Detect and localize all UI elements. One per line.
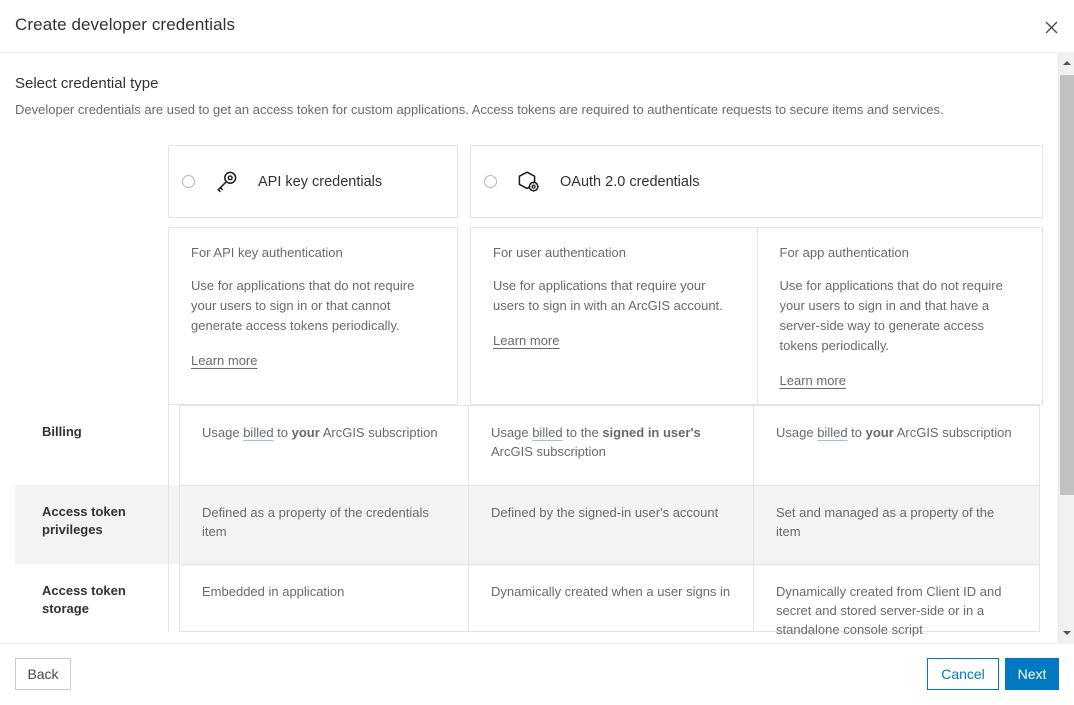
cell-text-bold: signed in user's	[602, 425, 700, 440]
description-label-spacer	[15, 227, 168, 405]
description-body: Use for applications that do not require…	[780, 276, 1021, 356]
section-description: Developer credentials are used to get an…	[15, 102, 944, 117]
cell-text-mid: to	[274, 425, 292, 440]
label-column-divider	[168, 485, 169, 564]
learn-more-link-app-auth[interactable]: Learn more	[780, 373, 846, 388]
table-cell-privileges-user-auth: Defined by the signed-in user's account	[468, 485, 754, 564]
credential-comparison-table: API key credentials	[15, 145, 1033, 632]
description-heading: For API key authentication	[191, 245, 435, 260]
section-title: Select credential type	[15, 75, 158, 92]
row-label-access-token-storage: Access token storage	[15, 564, 168, 632]
cell-text-post: ArcGIS subscription	[491, 444, 606, 459]
description-heading: For app authentication	[780, 245, 1021, 260]
table-cell-billing-app-auth: Usage billed to your ArcGIS subscription	[753, 405, 1040, 485]
billed-link[interactable]: billed	[532, 425, 562, 440]
column-gutter	[458, 227, 470, 405]
description-body: Use for applications that require your u…	[493, 276, 735, 316]
hexagon-gear-icon	[514, 168, 542, 196]
scrollbar-thumb[interactable]	[1060, 75, 1074, 495]
billed-link[interactable]: billed	[243, 425, 273, 440]
label-column-divider	[168, 405, 169, 485]
cell-text-pre: Usage	[491, 425, 532, 440]
table-cell-storage-user-auth: Dynamically created when a user signs in	[468, 564, 754, 632]
cancel-button[interactable]: Cancel	[927, 658, 999, 690]
cell-text-post: ArcGIS subscription	[320, 425, 438, 440]
row-label-billing: Billing	[15, 405, 168, 485]
cell-text-mid: to the	[563, 425, 603, 440]
close-icon[interactable]	[1038, 14, 1064, 40]
cell-text-post: ArcGIS subscription	[894, 425, 1012, 440]
column-gutter	[458, 145, 470, 227]
description-heading: For user authentication	[493, 245, 735, 260]
radio-oauth[interactable]	[484, 175, 497, 188]
table-cell-storage-api-key: Embedded in application	[179, 564, 469, 632]
credential-type-option-oauth[interactable]: OAuth 2.0 credentials	[470, 145, 1043, 218]
header-label-spacer	[15, 145, 168, 227]
description-subcard-app-auth: For app authentication Use for applicati…	[757, 228, 1043, 404]
page-title: Create developer credentials	[15, 15, 235, 35]
table-cell-billing-api-key: Usage billed to your ArcGIS subscription	[179, 405, 469, 485]
key-icon	[212, 168, 240, 196]
billed-link[interactable]: billed	[817, 425, 847, 440]
table-row-access-token-privileges: Access token privileges Defined as a pro…	[15, 485, 1033, 564]
next-button[interactable]: Next	[1005, 658, 1059, 690]
label-column-divider	[168, 564, 169, 632]
learn-more-link-api-key[interactable]: Learn more	[191, 353, 257, 368]
scroll-up-arrow-icon[interactable]	[1059, 55, 1074, 71]
credential-type-header-row: API key credentials	[15, 145, 1033, 227]
description-card-oauth: For user authentication Use for applicat…	[470, 227, 1043, 405]
table-cell-storage-app-auth: Dynamically created from Client ID and s…	[753, 564, 1040, 632]
cell-text-pre: Usage	[202, 425, 243, 440]
cell-text-bold: your	[866, 425, 894, 440]
table-cell-privileges-api-key: Defined as a property of the credentials…	[179, 485, 469, 564]
table-cell-privileges-app-auth: Set and managed as a property of the ite…	[753, 485, 1040, 564]
dialog-header: Create developer credentials	[0, 0, 1074, 53]
credential-type-label-api-key: API key credentials	[258, 174, 382, 190]
credential-type-label-oauth: OAuth 2.0 credentials	[560, 174, 699, 190]
credential-description-row: For API key authentication Use for appli…	[15, 227, 1033, 405]
radio-api-key[interactable]	[182, 175, 195, 188]
description-card-api-key: For API key authentication Use for appli…	[168, 227, 458, 405]
dialog-body: Select credential type Developer credent…	[0, 53, 1059, 643]
table-row-access-token-storage: Access token storage Embedded in applica…	[15, 564, 1033, 632]
description-body: Use for applications that do not require…	[191, 276, 435, 336]
learn-more-link-user-auth[interactable]: Learn more	[493, 333, 559, 348]
back-button[interactable]: Back	[15, 658, 71, 690]
vertical-scrollbar[interactable]	[1058, 53, 1074, 643]
cell-text-pre: Usage	[776, 425, 817, 440]
cell-text-bold: your	[292, 425, 320, 440]
row-label-access-token-privileges: Access token privileges	[15, 485, 168, 564]
dialog-footer: Back Cancel Next	[0, 643, 1074, 705]
credential-type-option-api-key[interactable]: API key credentials	[168, 145, 458, 218]
table-row-billing: Billing Usage billed to your ArcGIS subs…	[15, 405, 1033, 485]
table-cell-billing-user-auth: Usage billed to the signed in user's Arc…	[468, 405, 754, 485]
scroll-down-arrow-icon[interactable]	[1059, 625, 1074, 641]
cell-text-mid: to	[848, 425, 866, 440]
description-subcard-user-auth: For user authentication Use for applicat…	[471, 228, 757, 404]
